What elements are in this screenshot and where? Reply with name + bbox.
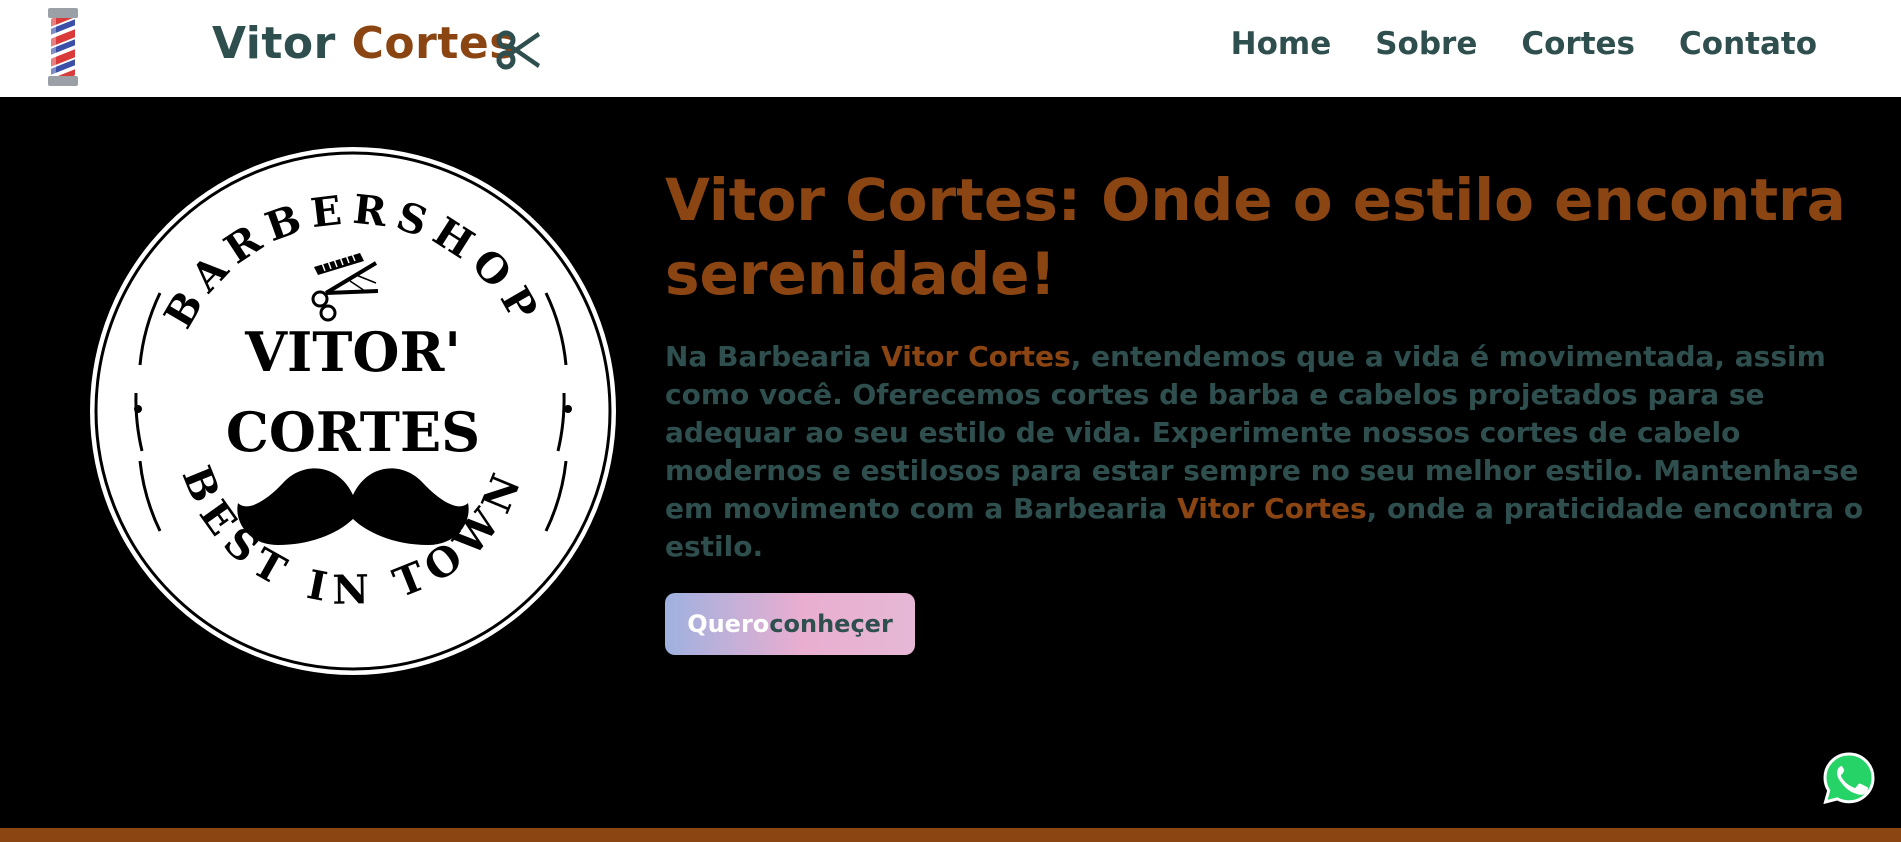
logo-name-line1: VITOR' <box>244 320 461 384</box>
site-header: Vitor Cortes Home Sobre Cortes Contato <box>0 0 1901 97</box>
nav-link-cortes[interactable]: Cortes <box>1521 26 1635 62</box>
hero-paragraph-highlight-2: Vitor Cortes <box>1177 492 1367 525</box>
main-nav: Home Sobre Cortes Contato <box>1231 26 1817 62</box>
hero-paragraph-text-1: Na Barbearia <box>665 340 882 373</box>
whatsapp-icon[interactable] <box>1823 752 1875 804</box>
hero-paragraph-highlight-1: Vitor Cortes <box>881 340 1071 373</box>
brand-name[interactable]: Vitor Cortes <box>212 18 516 69</box>
scissors-icon <box>496 30 540 70</box>
hero-headline: Vitor Cortes: Onde o estilo encontra ser… <box>665 166 1846 308</box>
cta-label-word1: Quero <box>687 610 770 638</box>
cta-button[interactable]: Queroconheçer <box>665 593 915 655</box>
nav-link-contato[interactable]: Contato <box>1679 26 1817 62</box>
bottom-accent-bar <box>0 828 1901 842</box>
barbershop-logo: BARBERSHOP BEST IN TOWN VITOR' CORTES <box>90 147 616 675</box>
barber-pole-icon <box>48 8 78 86</box>
cta-label-word2: conheçer <box>769 610 893 638</box>
brand-name-part2: Cortes <box>351 18 516 69</box>
nav-link-home[interactable]: Home <box>1231 26 1332 62</box>
nav-link-sobre[interactable]: Sobre <box>1375 26 1477 62</box>
hero-paragraph: Na Barbearia Vitor Cortes, entendemos qu… <box>665 338 1870 566</box>
hero-section: BARBERSHOP BEST IN TOWN VITOR' CORTES Vi… <box>0 97 1901 828</box>
brand-name-part1: Vitor <box>212 18 352 69</box>
logo-name-line2: CORTES <box>226 400 480 464</box>
